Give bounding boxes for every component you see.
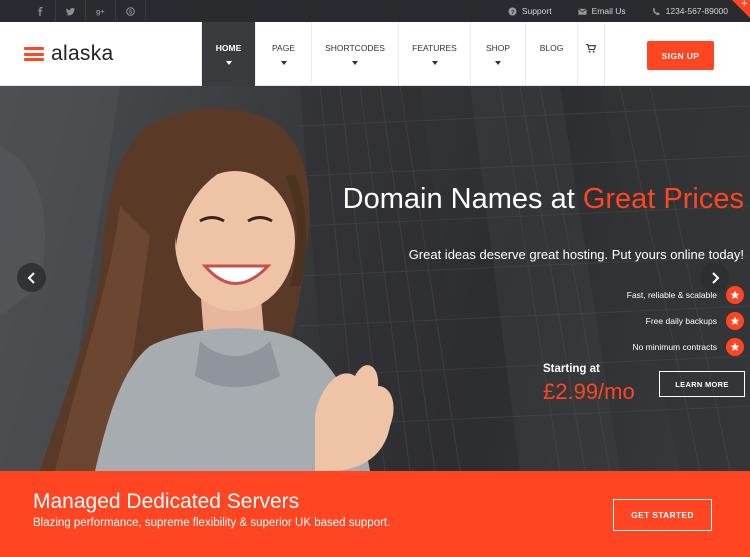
chevron-down-icon (495, 61, 501, 65)
skype-icon: S (126, 6, 135, 16)
nav-item-features-label: FEATURES (412, 43, 457, 53)
feature-item: No minimum contracts (627, 334, 744, 360)
facebook-link[interactable] (26, 0, 56, 22)
svg-text:S: S (129, 9, 133, 15)
support-label: Support (521, 6, 552, 16)
skype-link[interactable]: S (116, 0, 146, 22)
corner-plus-icon[interactable]: + (740, 0, 748, 9)
phone-icon (652, 7, 660, 15)
feature-label: Fast, reliable & scalable (626, 290, 717, 300)
feature-list: Fast, reliable & scalable Free daily bac… (627, 282, 744, 360)
starting-at-label: Starting at (543, 363, 600, 375)
chevron-down-icon (431, 61, 438, 65)
slider-next-button[interactable] (700, 263, 729, 292)
support-icon: ? (508, 6, 517, 15)
feature-item: Fast, reliable & scalable (627, 282, 744, 308)
social-links: g+ S (26, 0, 146, 22)
nav-item-blog-label: BLOG (539, 43, 564, 53)
google-plus-link[interactable]: g+ (86, 0, 116, 22)
star-badge-icon (726, 286, 744, 304)
slider-prev-button[interactable] (17, 263, 46, 292)
cart-button[interactable] (577, 22, 605, 86)
email-link[interactable]: Email Us (577, 6, 626, 16)
star-badge-icon (726, 338, 744, 356)
twitter-link[interactable] (56, 0, 86, 22)
cart-icon (586, 44, 596, 53)
nav-item-shop-label: SHOP (485, 43, 511, 53)
support-link[interactable]: ? Support (508, 6, 552, 16)
sign-up-button[interactable]: SIGN UP (647, 41, 714, 70)
price-label: £2.99/mo (543, 379, 635, 404)
nav-item-page[interactable]: PAGE (255, 22, 311, 86)
nav-item-features[interactable]: FEATURES (398, 22, 470, 86)
phone-link[interactable]: 1234-567-89000 (652, 6, 728, 16)
promo-banner: Managed Dedicated Servers Blazing perfor… (0, 471, 750, 557)
feature-label: No minimum contracts (632, 342, 717, 352)
banner-title: Managed Dedicated Servers (33, 490, 300, 513)
google-plus-icon: g+ (96, 7, 105, 16)
nav-item-page-label: PAGE (272, 43, 295, 53)
feature-item: Free daily backups (627, 308, 744, 334)
email-label: Email Us (591, 6, 626, 16)
envelope-icon (577, 7, 587, 15)
nav-item-home[interactable]: HOME (201, 22, 255, 86)
svg-text:?: ? (511, 9, 515, 15)
hamburger-menu-icon[interactable] (24, 47, 44, 61)
hero-title-accent: Great Prices (582, 183, 744, 215)
learn-more-button[interactable]: LEARN MORE (659, 371, 745, 397)
smiling-woman-image (40, 108, 394, 471)
chevron-down-icon (280, 61, 287, 65)
contact-links: ? Support Email Us 1234-567-89000 (482, 0, 728, 22)
chevron-left-icon (27, 271, 35, 284)
top-bar: g+ S ? Support Email Us 1234-567-89000 + (0, 0, 750, 22)
svg-text:g+: g+ (96, 7, 105, 16)
facebook-icon (38, 6, 43, 16)
phone-label: 1234-567-89000 (665, 6, 728, 16)
feature-label: Free daily backups (645, 316, 717, 326)
chevron-right-icon (711, 271, 719, 284)
hero-slider: Domain Names at Great Prices Great ideas… (0, 86, 750, 471)
nav-item-blog[interactable]: BLOG (525, 22, 577, 86)
hero-subtitle: Great ideas deserve great hosting. Put y… (408, 247, 744, 262)
nav-item-shortcodes-label: SHORTCODES (325, 43, 385, 53)
twitter-icon (66, 7, 75, 15)
main-header: alaska HOME PAGE SHORTCODES FEATURES SHO… (0, 22, 750, 86)
nav-item-shortcodes[interactable]: SHORTCODES (311, 22, 398, 86)
chevron-down-icon (225, 61, 232, 65)
hero-title: Domain Names at Great Prices (343, 183, 744, 216)
banner-subtitle: Blazing performance, supreme flexibility… (33, 517, 391, 529)
hero-title-main: Domain Names at (342, 183, 575, 215)
main-nav: HOME PAGE SHORTCODES FEATURES SHOP BLOG (201, 22, 605, 86)
nav-item-home-label: HOME (215, 43, 242, 53)
get-started-button[interactable]: GET STARTED (613, 499, 712, 531)
logo[interactable]: alaska (24, 22, 114, 86)
star-badge-icon (726, 312, 744, 330)
nav-item-shop[interactable]: SHOP (470, 22, 525, 86)
logo-text: alaska (51, 42, 114, 65)
chevron-down-icon (352, 61, 358, 65)
